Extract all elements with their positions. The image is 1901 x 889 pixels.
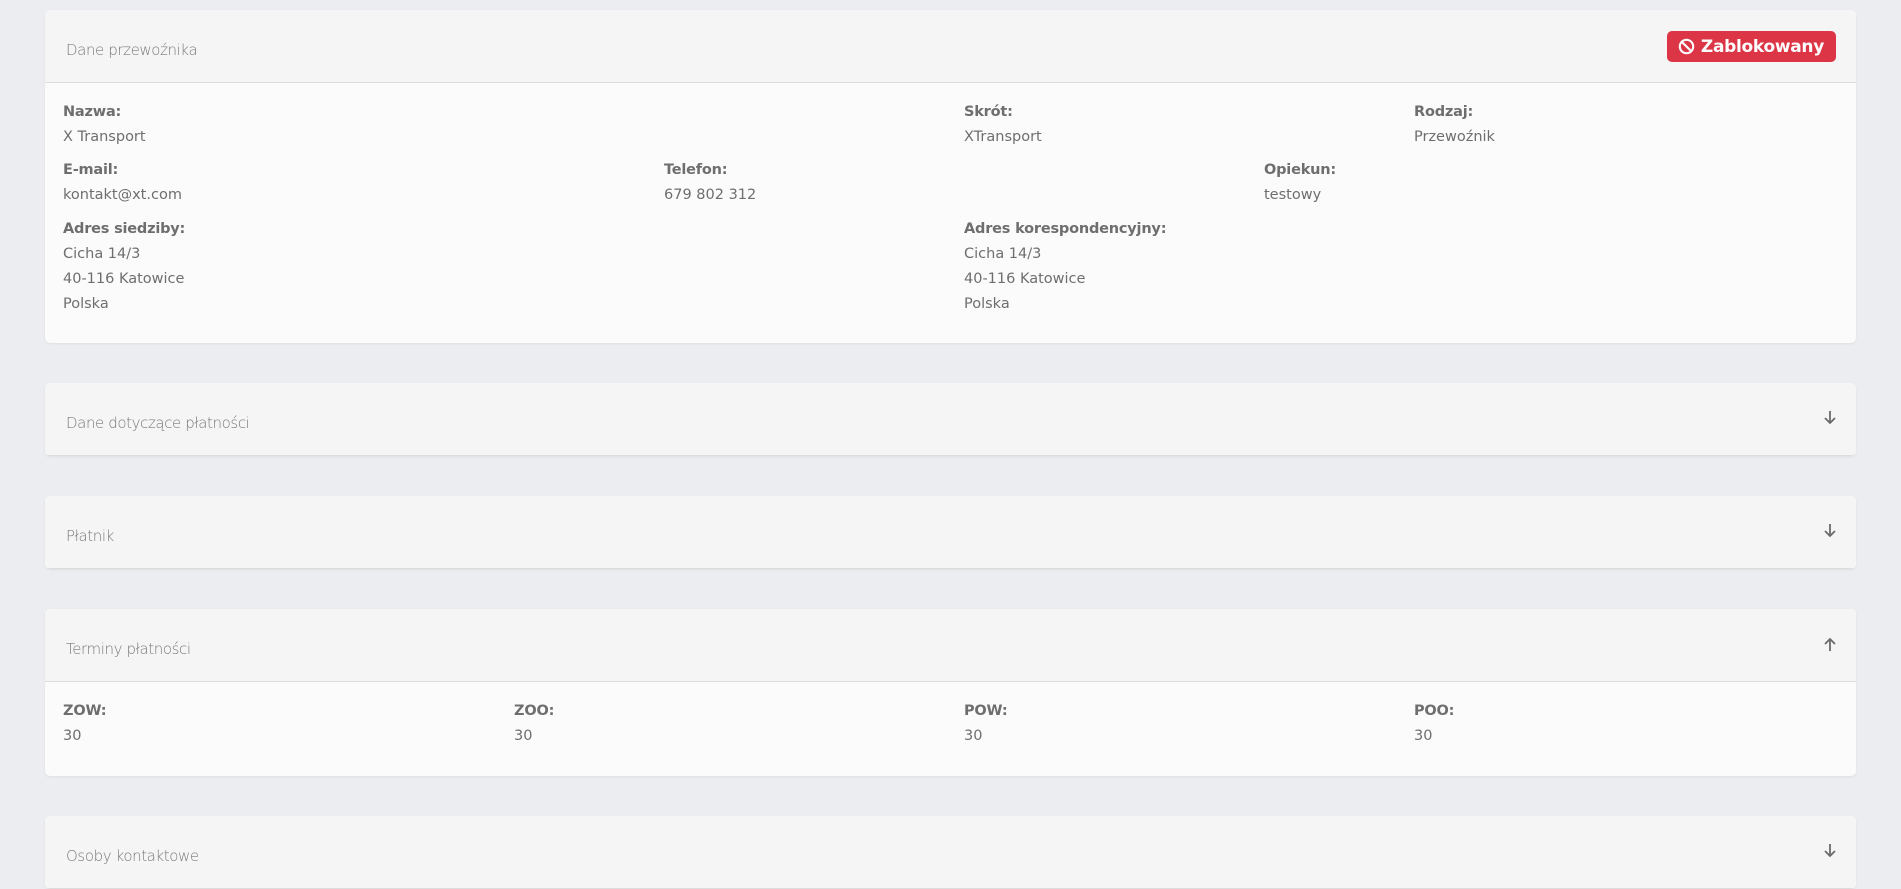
status-badge: Zablokowany [1666, 31, 1836, 62]
field-label: Adres korespondencyjny: [964, 221, 1167, 237]
field-value: XTransport [964, 129, 1042, 145]
carrier-card-header: Dane przewoźnika Zablokowany [45, 10, 1856, 83]
arrow-down-icon[interactable] [1820, 520, 1840, 542]
payer-card: Płatnik [45, 496, 1856, 569]
payment-terms-card: Terminy płatności ZOW: 30 ZOO: 30 POW: 3… [45, 609, 1856, 776]
card-title: Terminy płatności [66, 640, 191, 658]
address-line: 40-116 Katowice [63, 271, 185, 287]
address-line: Polska [63, 296, 109, 312]
contacts-card: Osoby kontaktowe [45, 816, 1856, 889]
field-label: POO: [1414, 703, 1455, 719]
field-phone: Telefon: 679 802 312 [664, 158, 756, 208]
contacts-header[interactable]: Osoby kontaktowe [45, 816, 1856, 889]
field-name: Nazwa: X Transport [63, 100, 146, 150]
field-label: ZOO: [514, 703, 555, 719]
field-email: E-mail: kontakt@xt.com [63, 158, 182, 208]
payment-data-card: Dane dotyczące płatności [45, 383, 1856, 456]
term-pow: POW: 30 [964, 699, 1008, 749]
field-label: Rodzaj: [1414, 104, 1474, 120]
field-value: testowy [1264, 187, 1322, 203]
carrier-card: Dane przewoźnika Zablokowany Nazwa: X Tr… [45, 10, 1856, 343]
arrow-up-icon[interactable] [1820, 633, 1840, 655]
card-title: Dane przewoźnika [66, 41, 198, 59]
field-corr-address: Adres korespondencyjny: Cicha 14/3 40-11… [964, 217, 1166, 317]
field-label: Skrót: [964, 104, 1013, 120]
address-line: Polska [964, 296, 1010, 312]
card-title: Osoby kontaktowe [66, 847, 199, 865]
payment-data-header[interactable]: Dane dotyczące płatności [45, 383, 1856, 456]
arrow-down-icon[interactable] [1820, 840, 1840, 862]
field-label: Telefon: [664, 162, 728, 178]
field-keeper: Opiekun: testowy [1264, 158, 1336, 208]
payment-terms-header[interactable]: Terminy płatności [45, 609, 1856, 682]
field-label: ZOW: [63, 703, 107, 719]
field-hq-address: Adres siedziby: Cicha 14/3 40-116 Katowi… [63, 217, 185, 317]
card-title: Dane dotyczące płatności [66, 414, 250, 432]
field-value: 30 [964, 728, 983, 744]
field-value: 30 [514, 728, 533, 744]
term-zow: ZOW: 30 [63, 699, 107, 749]
field-label: Adres siedziby: [63, 221, 186, 237]
field-label: E-mail: [63, 162, 119, 178]
field-label: Opiekun: [1264, 162, 1336, 178]
address-line: 40-116 Katowice [964, 271, 1086, 287]
address-line: Cicha 14/3 [964, 246, 1042, 262]
payer-header[interactable]: Płatnik [45, 496, 1856, 569]
arrow-down-icon[interactable] [1820, 407, 1840, 429]
term-zoo: ZOO: 30 [514, 699, 554, 749]
card-title: Płatnik [66, 527, 114, 545]
status-badge-label: Zablokowany [1700, 36, 1824, 57]
field-type: Rodzaj: Przewoźnik [1414, 100, 1495, 150]
field-value: kontakt@xt.com [63, 187, 182, 203]
address-line: Cicha 14/3 [63, 246, 141, 262]
field-label: POW: [964, 703, 1008, 719]
field-value: 679 802 312 [664, 187, 757, 203]
field-value: X Transport [63, 129, 146, 145]
ban-icon [1678, 38, 1695, 55]
term-poo: POO: 30 [1414, 699, 1454, 749]
field-value: Przewoźnik [1414, 129, 1495, 145]
field-short: Skrót: XTransport [964, 100, 1042, 150]
field-value: 30 [1414, 728, 1433, 744]
field-value: 30 [63, 728, 82, 744]
field-label: Nazwa: [63, 104, 122, 120]
